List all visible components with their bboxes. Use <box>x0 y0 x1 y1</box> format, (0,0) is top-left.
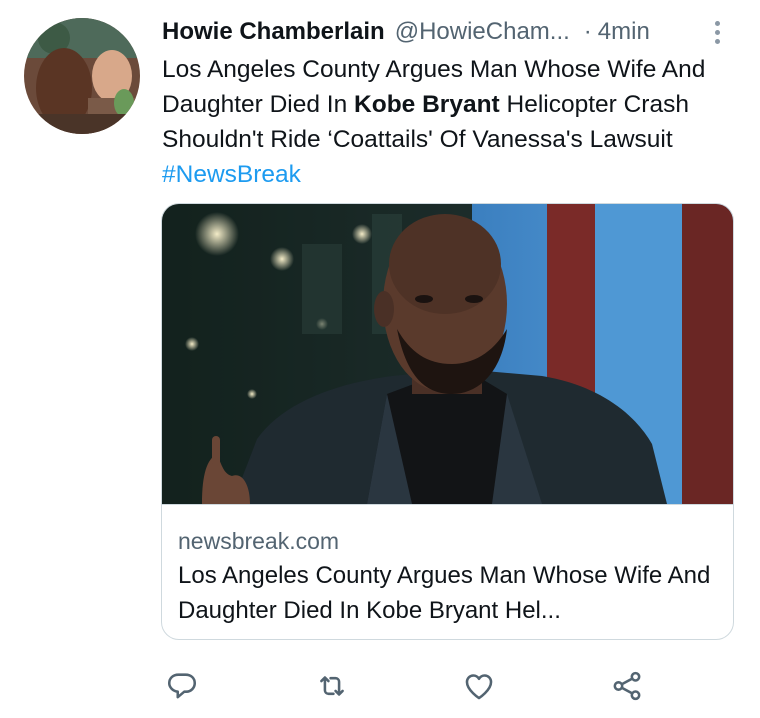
tweet-text-bold: Kobe Bryant <box>354 91 500 118</box>
card-domain: newsbreak.com <box>178 528 340 554</box>
card-image[interactable] <box>162 204 733 505</box>
avatar-image <box>24 18 140 134</box>
card-title[interactable]: Los Angeles County Argues Man Whose Wife… <box>178 558 723 628</box>
link-card[interactable]: newsbreak.com Los Angeles County Argues … <box>161 203 734 640</box>
separator-dot: · <box>583 18 592 45</box>
hashtag-link[interactable]: #NewsBreak <box>162 161 301 188</box>
more-icon[interactable] <box>705 14 729 50</box>
tweet-text: Los Angeles County Argues Man Whose Wife… <box>162 52 732 192</box>
reply-icon <box>167 673 197 699</box>
display-name[interactable]: Howie Chamberlain <box>162 14 385 50</box>
user-handle[interactable]: @HowieCham... <box>395 14 570 50</box>
avatar[interactable] <box>24 18 140 134</box>
retweet-button[interactable] <box>310 664 354 708</box>
like-button[interactable] <box>457 664 501 708</box>
timestamp[interactable]: 4min <box>598 14 650 50</box>
tweet-header: Howie Chamberlain @HowieCham... · 4min <box>162 14 722 50</box>
retweet-icon <box>320 676 344 696</box>
action-bar <box>0 664 760 708</box>
share-button[interactable] <box>605 664 649 708</box>
like-icon <box>465 674 493 700</box>
reply-button[interactable] <box>160 664 204 708</box>
share-icon <box>613 671 641 701</box>
